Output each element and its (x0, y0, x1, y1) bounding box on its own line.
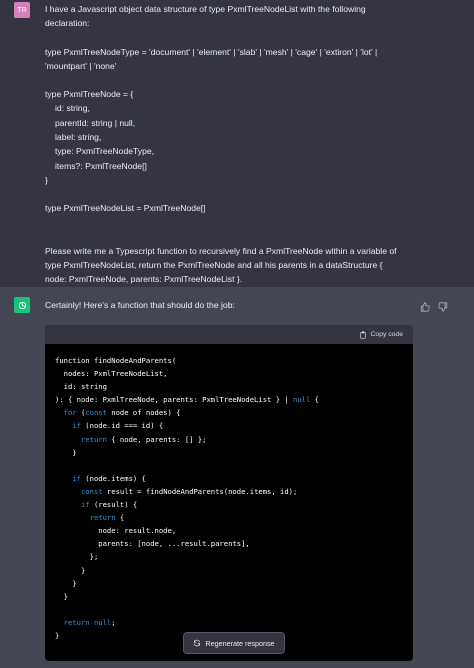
code-line: if (result) { (80, 500, 138, 510)
code-header: Copy code (45, 325, 413, 344)
user-line: type PxmlTreeNode = { (45, 89, 134, 100)
code-line: return { (89, 513, 125, 523)
user-line: id: string, (55, 103, 90, 114)
user-line: declaration: (45, 18, 90, 29)
user-line: items?: PxmlTreeNode[] (55, 160, 147, 171)
regenerate-label: Regenerate response (205, 638, 275, 648)
thumbs-down-icon[interactable] (438, 299, 448, 312)
user-message-text: I have a Javascript object data structur… (45, 2, 455, 286)
user-line: } (45, 174, 48, 185)
user-line: type PxmlTreeNodeType = 'document' | 'el… (45, 46, 378, 57)
assistant-intro-text: Certainly! Here's a function that should… (45, 300, 235, 310)
code-line: } (55, 447, 77, 457)
code-line: }; (55, 552, 99, 562)
code-content: function findNodeAndParents( nodes: Pxml… (45, 344, 413, 642)
user-line: Please write me a Typescript function to… (45, 245, 397, 256)
code-line: } (55, 578, 77, 588)
user-line: label: string, (55, 132, 102, 143)
code-line: nodes: PxmlTreeNodeList, (55, 369, 168, 379)
code-line: for (const node of nodes) { (63, 408, 181, 418)
code-line: id: string (55, 382, 107, 392)
feedback-buttons (420, 299, 448, 312)
code-line: if (node.id === id) { (72, 421, 164, 431)
code-line: return { node, parents: [] }; (80, 434, 207, 444)
user-line: 'mountpart' | 'none' (45, 60, 117, 71)
code-line: if (node.items) { (72, 473, 146, 483)
clipboard-icon (359, 330, 366, 339)
code-line: } (55, 565, 86, 575)
code-line: ): { node: PxmlTreeNode, parents: PxmlTr… (55, 395, 319, 405)
user-line: node: PxmlTreeNode, parents: PxmlTreeNod… (45, 274, 243, 285)
code-line: function findNodeAndParents( (55, 356, 177, 365)
code-line: } (55, 591, 68, 601)
code-line: return null; (63, 617, 116, 627)
code-block: Copy code function findNodeAndParents( n… (45, 325, 413, 661)
user-line: parentId: string | null, (55, 117, 136, 128)
code-line: const result = findNodeAndParents(node.i… (80, 486, 298, 496)
code-line: parents: [node, ...result.parents], (55, 539, 250, 549)
user-line: type PxmlTreeNodeList, return the PxmlTr… (45, 259, 383, 270)
refresh-icon (194, 639, 201, 647)
user-line: type PxmlTreeNodeList = PxmlTreeNode[] (45, 203, 206, 214)
user-avatar: TR (14, 2, 30, 18)
user-line: type: PxmlTreeNodeType, (55, 146, 155, 157)
thumbs-up-icon[interactable] (420, 299, 430, 312)
openai-logo-icon (18, 301, 26, 309)
copy-code-label: Copy code (370, 331, 404, 338)
regenerate-response-button[interactable]: Regenerate response (183, 632, 285, 654)
code-line: node: result.node, (55, 526, 177, 536)
user-line: I have a Javascript object data structur… (45, 4, 366, 14)
copy-code-button[interactable]: Copy code (359, 330, 404, 339)
assistant-avatar (14, 297, 30, 313)
